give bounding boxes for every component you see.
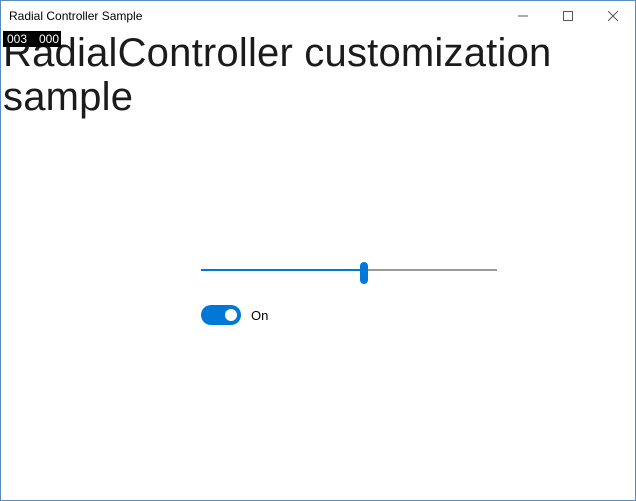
counter-a: 003 bbox=[5, 32, 27, 46]
slider-thumb[interactable] bbox=[360, 262, 368, 284]
content-area: On bbox=[201, 259, 501, 325]
slider[interactable] bbox=[201, 259, 497, 283]
counter-b: 000 bbox=[37, 32, 59, 46]
window-controls bbox=[500, 1, 635, 31]
toggle-switch[interactable] bbox=[201, 305, 241, 325]
close-icon bbox=[608, 11, 618, 21]
slider-fill bbox=[201, 269, 364, 271]
window-title: Radial Controller Sample bbox=[9, 9, 500, 23]
toggle-label: On bbox=[251, 308, 268, 323]
minimize-button[interactable] bbox=[500, 1, 545, 31]
minimize-icon bbox=[518, 11, 528, 21]
maximize-button[interactable] bbox=[545, 1, 590, 31]
close-button[interactable] bbox=[590, 1, 635, 31]
toggle-row: On bbox=[201, 305, 501, 325]
maximize-icon bbox=[563, 11, 573, 21]
debug-counters: 003 000 bbox=[3, 31, 61, 47]
page-title: RadialController customization sample bbox=[1, 31, 635, 119]
window-titlebar: Radial Controller Sample bbox=[1, 1, 635, 31]
toggle-knob bbox=[225, 309, 237, 321]
